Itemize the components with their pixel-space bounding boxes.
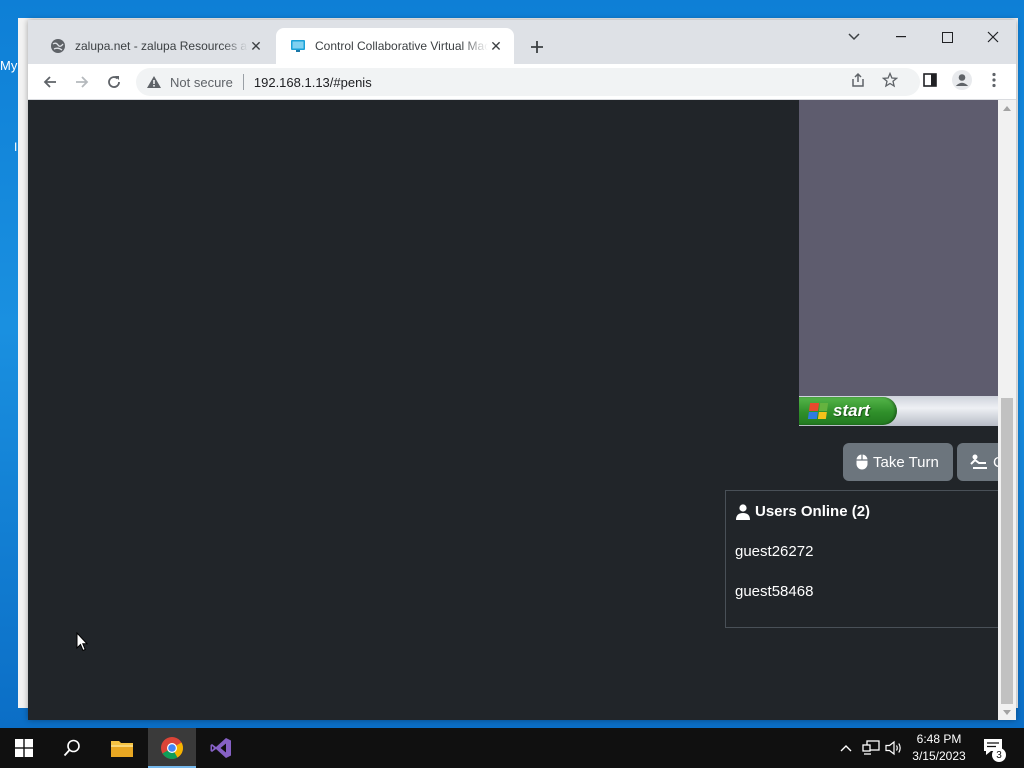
tab-control-vm[interactable]: Control Collaborative Virtual Machine ✕ [276, 28, 514, 64]
globe-icon [50, 38, 66, 54]
side-panel-icon[interactable] [918, 68, 942, 92]
notification-badge: 3 [992, 748, 1006, 762]
user-list-item[interactable]: guest58468 [735, 583, 813, 600]
mouse-cursor-icon [76, 631, 89, 655]
users-header: Users Online (2) [736, 503, 870, 520]
keyboard-hand-icon [969, 454, 989, 470]
maximize-button[interactable] [924, 22, 970, 52]
desktop-icon-label-2[interactable]: I [14, 140, 17, 154]
menu-icon[interactable] [982, 68, 1006, 92]
vm-display[interactable] [799, 100, 998, 396]
users-online-panel: Users Online (2) guest26272 guest58468 [725, 490, 998, 628]
chrome-icon[interactable] [148, 728, 196, 768]
monitor-icon [290, 38, 306, 54]
clock-time: 6:48 PM [916, 732, 962, 746]
page-scrollbar[interactable] [998, 100, 1016, 720]
start-button[interactable] [0, 728, 48, 768]
file-explorer-icon[interactable] [98, 728, 146, 768]
new-tab-button[interactable] [525, 35, 549, 59]
volume-icon[interactable] [884, 738, 904, 758]
forward-button[interactable] [68, 68, 96, 96]
browser-toolbar: Not secure 192.168.1.13/#penis [28, 64, 1016, 100]
scroll-down-arrow-icon[interactable] [998, 704, 1016, 720]
tab-title: zalupa.net - zalupa Resources and [75, 39, 248, 53]
omnibox-divider [242, 74, 244, 90]
page-content: start Take Turn C Users Online (2) guest… [28, 100, 998, 720]
visual-studio-icon[interactable] [197, 728, 245, 768]
profile-icon[interactable] [950, 68, 974, 92]
url-text[interactable]: 192.168.1.13/#penis [254, 75, 372, 90]
scrollbar-thumb[interactable] [1001, 398, 1013, 704]
take-turn-button[interactable]: Take Turn [843, 443, 953, 481]
security-label[interactable]: Not secure [170, 75, 233, 90]
vm-start-button[interactable]: start [799, 397, 897, 425]
warning-icon[interactable] [146, 74, 162, 90]
close-icon[interactable]: ✕ [248, 38, 264, 54]
search-icon[interactable] [48, 728, 96, 768]
back-button[interactable] [36, 68, 64, 96]
minimize-button[interactable] [878, 22, 924, 52]
windows-flag-icon [807, 403, 829, 419]
user-list-item[interactable]: guest26272 [735, 543, 813, 560]
network-icon[interactable] [861, 738, 881, 758]
address-bar[interactable]: Not secure 192.168.1.13/#penis [136, 68, 920, 96]
ctrl-alt-del-button[interactable]: C [957, 443, 998, 481]
chevron-up-icon[interactable] [836, 738, 856, 758]
desktop-icon-label[interactable]: My [0, 58, 17, 73]
users-header-label: Users Online (2) [755, 503, 871, 520]
mouse-icon [855, 454, 869, 470]
share-icon[interactable] [846, 68, 870, 92]
star-icon[interactable] [878, 68, 902, 92]
user-icon [736, 503, 750, 520]
close-window-button[interactable] [970, 22, 1016, 52]
scroll-up-arrow-icon[interactable] [998, 100, 1016, 116]
tab-search-button[interactable] [831, 22, 877, 52]
clock-date: 3/15/2023 [912, 749, 966, 763]
tab-strip: zalupa.net - zalupa Resources and ✕ Cont… [28, 20, 1016, 64]
taskbar-clock[interactable]: 6:48 PM 3/15/2023 [904, 731, 974, 765]
take-turn-label: Take Turn [873, 453, 939, 471]
tab-zalupa[interactable]: zalupa.net - zalupa Resources and ✕ [36, 28, 274, 64]
vm-start-label: start [833, 401, 870, 420]
close-icon[interactable]: ✕ [488, 38, 504, 54]
tab-title: Control Collaborative Virtual Machine [315, 39, 488, 53]
browser-window: zalupa.net - zalupa Resources and ✕ Cont… [28, 20, 1016, 720]
reload-button[interactable] [100, 68, 128, 96]
windows-taskbar: 6:48 PM 3/15/2023 3 [0, 728, 1024, 768]
